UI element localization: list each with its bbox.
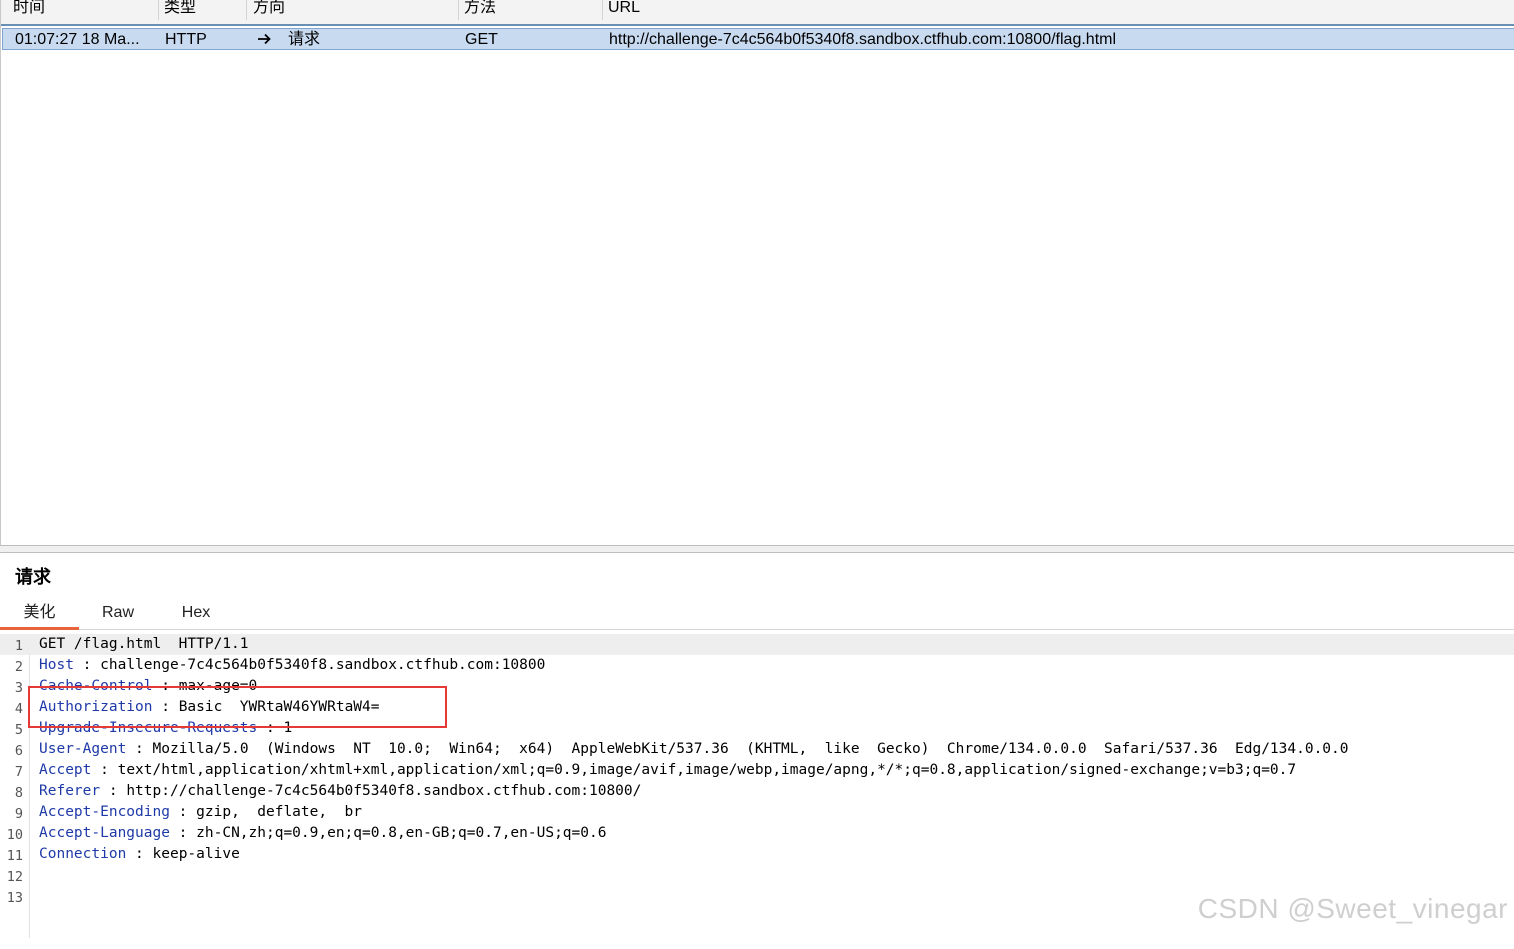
row-direction: 请求 — [288, 31, 321, 48]
header-value: challenge-7c4c564b0f5340f8.sandbox.ctfhu… — [100, 657, 546, 673]
line-number: 2 — [14, 659, 23, 675]
editor-line: 9 Accept-Encoding : gzip, deflate, br — [0, 802, 1514, 823]
table-header: 时间 类型 方向 方法 URL — [1, 0, 1514, 26]
header-value: Mozilla/5.0 (Windows NT 10.0; Win64; x64… — [152, 741, 1349, 757]
tab-hex[interactable]: Hex — [166, 600, 226, 630]
column-header-method[interactable]: 方法 — [458, 0, 603, 20]
tab-pretty[interactable]: 美化 — [0, 600, 79, 630]
header-name: Connection — [39, 846, 127, 862]
editor-line: 2 Host : challenge-7c4c564b0f5340f8.sand… — [0, 655, 1514, 676]
request-line: GET /flag.html HTTP/1.1 — [39, 636, 249, 652]
row-method: GET — [465, 31, 498, 48]
editor-line: 10 Accept-Language : zh-CN,zh;q=0.9,en;q… — [0, 823, 1514, 844]
table-row[interactable]: 01:07:27 18 Ma... HTTP 请求 GET http://cha… — [2, 28, 1514, 50]
header-separator: : — [91, 762, 118, 778]
line-number: 13 — [6, 890, 23, 906]
row-type: HTTP — [165, 31, 207, 48]
authorization-highlight-box — [28, 686, 447, 728]
request-panel-title: 请求 — [15, 567, 51, 587]
line-number: 8 — [14, 785, 23, 801]
editor-line: 7 Accept : text/html,application/xhtml+x… — [0, 760, 1514, 781]
editor-line: 6 User-Agent : Mozilla/5.0 (Windows NT 1… — [0, 739, 1514, 760]
line-number: 3 — [14, 680, 23, 696]
header-separator: : — [126, 741, 153, 757]
header-separator: : — [100, 783, 127, 799]
column-header-url[interactable]: URL — [602, 0, 1514, 20]
request-view-tabs: 美化 Raw Hex — [0, 600, 1514, 630]
header-separator: : — [126, 846, 153, 862]
header-name: Referer — [39, 783, 101, 799]
proxy-history-table: 时间 类型 方向 方法 URL 01:07:27 18 Ma... HTTP 请… — [0, 0, 1514, 545]
header-separator: : — [73, 657, 101, 673]
line-number: 4 — [14, 701, 23, 717]
row-time: 01:07:27 18 Ma... — [15, 31, 140, 48]
line-number: 12 — [6, 869, 23, 885]
line-number: 10 — [6, 827, 23, 843]
column-header-time[interactable]: 时间 — [7, 0, 159, 20]
header-value: keep-alive — [152, 846, 240, 862]
header-name: User-Agent — [39, 741, 127, 757]
header-name: Accept-Language — [39, 825, 170, 841]
row-url: http://challenge-7c4c564b0f5340f8.sandbo… — [609, 31, 1117, 48]
header-value: gzip, deflate, br — [196, 804, 363, 820]
line-number: 6 — [14, 743, 23, 759]
editor-line: 12 — [0, 865, 1514, 886]
tab-raw[interactable]: Raw — [88, 600, 148, 630]
header-value: text/html,application/xhtml+xml,applicat… — [117, 762, 1297, 778]
line-number: 9 — [14, 806, 23, 822]
header-separator: : — [169, 825, 197, 841]
watermark: CSDN @Sweet_vinegar — [1197, 893, 1508, 924]
header-name: Accept — [39, 762, 92, 778]
line-number: 7 — [14, 764, 23, 780]
editor-line: 1 GET /flag.html HTTP/1.1 — [0, 634, 1514, 655]
column-header-direction[interactable]: 方向 — [247, 0, 459, 20]
editor-line: 11 Connection : keep-alive — [0, 844, 1514, 865]
editor-line: 8 Referer : http://challenge-7c4c564b0f5… — [0, 781, 1514, 802]
line-number: 1 — [14, 638, 23, 654]
header-name: Host — [39, 657, 74, 673]
header-value: zh-CN,zh;q=0.9,en;q=0.8,en-GB;q=0.7,en-U… — [196, 825, 607, 841]
header-separator: : — [169, 804, 197, 820]
header-value: http://challenge-7c4c564b0f5340f8.sandbo… — [126, 783, 642, 799]
line-number: 5 — [14, 722, 23, 738]
pane-splitter[interactable] — [0, 545, 1514, 553]
header-name: Accept-Encoding — [39, 804, 170, 820]
line-number: 11 — [6, 848, 23, 864]
arrow-right-icon — [256, 29, 272, 55]
column-header-type[interactable]: 类型 — [158, 0, 247, 20]
